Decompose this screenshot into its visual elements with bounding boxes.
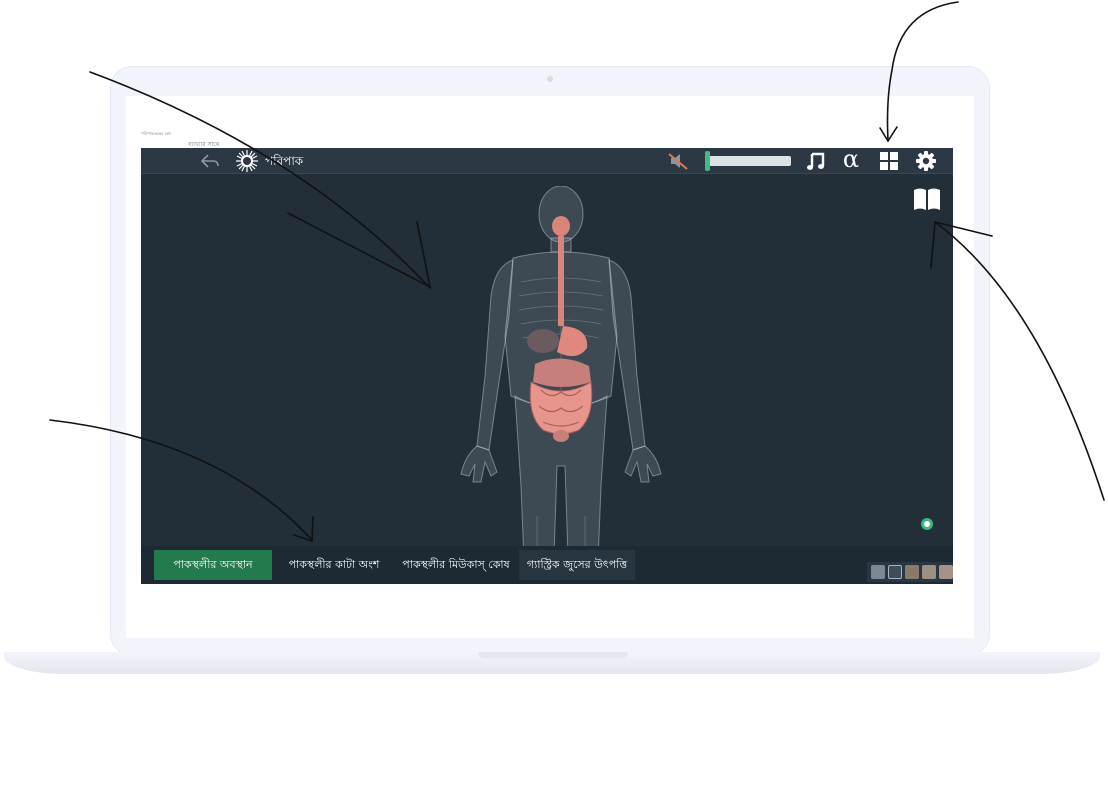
gear-icon[interactable] xyxy=(915,150,937,172)
thumbnail-view-3[interactable] xyxy=(905,565,919,579)
thumbnail-view-4[interactable] xyxy=(922,565,936,579)
mini-header-text: পরিপাকতন্ত্রের অঙ্গ xyxy=(141,131,171,136)
thumbnail-view-2[interactable] xyxy=(888,565,902,579)
mute-speaker-icon[interactable] xyxy=(667,151,689,171)
grid-menu-icon[interactable] xyxy=(879,151,899,171)
top-toolbar: পরিপাক α xyxy=(141,148,953,174)
alpha-icon[interactable]: α xyxy=(839,148,863,172)
app-title: পরিপাক xyxy=(265,154,304,168)
human-body-3d-model[interactable] xyxy=(451,186,671,584)
volume-slider-thumb[interactable] xyxy=(705,151,710,171)
simulation-app: পরিপাক α পাকস্থলীর অবস্থান পাকস্থলীর কাট… xyxy=(141,148,953,584)
status-indicator-dot[interactable] xyxy=(921,518,933,530)
laptop-mockup: পরিপাকতন্ত্রের অঙ্গ ব্যাখ্যার সাথে পরিপা… xyxy=(0,0,1108,786)
sun-logo-icon xyxy=(236,150,258,172)
bottom-tab-bar: পাকস্থলীর অবস্থান পাকস্থলীর কাটা অংশ পাক… xyxy=(141,546,953,584)
tab-stomach-cross-section[interactable]: পাকস্থলীর কাটা অংশ xyxy=(275,550,393,580)
laptop-base-notch xyxy=(478,652,628,658)
volume-slider-track[interactable] xyxy=(706,156,791,166)
tab-stomach-mucous-cells[interactable]: পাকস্থলীর মিউকাস্ কোষ xyxy=(397,550,515,580)
thumbnail-view-1[interactable] xyxy=(871,565,885,579)
open-book-icon[interactable] xyxy=(912,186,942,212)
browser-strip xyxy=(141,130,953,148)
tab-stomach-location[interactable]: পাকস্থলীর অবস্থান xyxy=(154,550,272,580)
tab-gastric-juice-origin[interactable]: গ্যাস্ট্রিক জুসের উৎপত্তি xyxy=(519,550,635,580)
music-note-icon[interactable] xyxy=(805,150,827,172)
back-arrow-icon[interactable] xyxy=(199,151,221,171)
thumbnail-view-5[interactable] xyxy=(939,565,953,579)
camera-dot xyxy=(547,76,553,82)
view-thumbnail-strip xyxy=(867,562,953,582)
